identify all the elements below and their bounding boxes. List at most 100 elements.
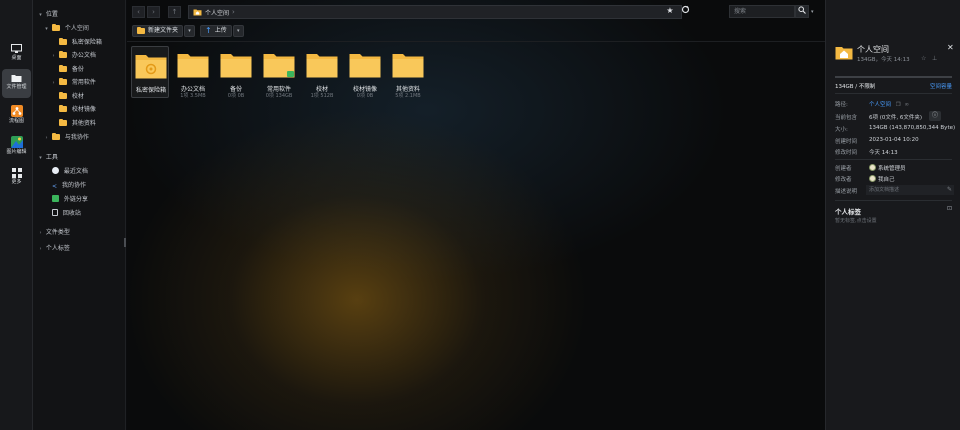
tree-item-personal-space[interactable]: ▾ 个人空间 (43, 23, 89, 34)
star-icon[interactable]: ★ (664, 5, 676, 17)
panel-title: 个人空间 (857, 45, 889, 54)
folder-icon (59, 119, 67, 126)
dock-item-desktop[interactable]: 桌面 (2, 40, 31, 69)
tags-hint[interactable]: 暂无标签,点击设置 (835, 217, 877, 224)
chevron-right-icon: › (45, 135, 48, 141)
file-tile[interactable]: 其他资料 5项 2.1MB (389, 46, 427, 99)
clock-icon (52, 167, 59, 174)
chevron-right-icon: › (52, 53, 55, 59)
file-tile[interactable]: 校材镜像 0项 0B (346, 46, 384, 99)
tree-section-tools[interactable]: ▾ 工具 (37, 152, 58, 163)
home-folder-icon (51, 24, 60, 31)
panel-subtitle: 134GB，今天 14:13 (857, 57, 910, 63)
up-level-button[interactable]: ↑ (168, 6, 181, 18)
edit-icon[interactable]: ✎ (947, 186, 952, 193)
tree-section-location[interactable]: ▾ 位置 (37, 9, 58, 20)
tree-item-office-docs[interactable]: › 办公文档 (50, 50, 96, 61)
new-folder-button[interactable]: 新建文件夹 (132, 25, 184, 37)
file-tile[interactable]: 校材 1项 512B (303, 46, 341, 99)
file-tile[interactable]: 办公文档 1项 3.5MB (174, 46, 212, 99)
divider (835, 93, 952, 94)
folder-plus-icon (137, 27, 145, 34)
search-icon (798, 6, 806, 14)
info-key-creator: 创建者 (835, 166, 852, 172)
file-tile[interactable]: 常用软件 0项 134GB (260, 46, 298, 99)
back-button[interactable]: ‹ (132, 6, 145, 18)
dock-item-file-manager[interactable]: 文件管理 (2, 69, 31, 98)
tree-item-other[interactable]: 其他资料 (59, 118, 96, 129)
pin-icon[interactable]: ⊥ (932, 55, 937, 62)
tree-section-personal-tags[interactable]: › 个人标签 (37, 243, 70, 254)
info-value-path[interactable]: 个人空间 ❐ ∞ (869, 100, 909, 108)
trash-icon (52, 209, 58, 216)
tree-item-recent[interactable]: 最近文档 (52, 166, 88, 177)
avatar (869, 175, 876, 182)
divider (835, 159, 952, 160)
folder-icon (59, 92, 67, 99)
dock-item-image-editor[interactable]: 图片编辑 (2, 132, 31, 161)
file-tile[interactable]: 私密保险箱 (131, 46, 169, 98)
chevron-down-icon: ▾ (188, 28, 191, 34)
monitor-icon (11, 44, 22, 53)
chevron-down-icon: ▾ (45, 26, 48, 32)
dock-item-flowchart[interactable]: 流程图 (2, 101, 31, 130)
description-input[interactable]: 添加文档描述 (866, 185, 954, 195)
share-nodes-icon: < (52, 183, 58, 190)
upload-dropdown[interactable]: ▾ (232, 25, 244, 37)
tree-item-backup[interactable]: 备份 (59, 64, 84, 75)
chevron-down-icon: ▾ (39, 12, 42, 18)
search-input[interactable]: 搜索 (729, 5, 795, 18)
home-folder-icon (835, 47, 853, 60)
tree-item-materials-mirror[interactable]: 校材镜像 (59, 104, 96, 115)
info-icon[interactable]: ⓘ (929, 111, 941, 121)
copy-icon[interactable]: ❐ (896, 102, 901, 108)
tree-item-link-share[interactable]: 外链分享 (52, 194, 88, 205)
usage-text: 134GB / 不限制 (835, 84, 876, 90)
image-editor-icon (10, 136, 23, 148)
refresh-icon[interactable] (679, 5, 691, 17)
action-toolbar: 新建文件夹 ▾ ↑ 上传 ▾ (132, 25, 249, 38)
star-icon[interactable]: ☆ (921, 55, 926, 62)
tree-section-file-types[interactable]: › 文件类型 (37, 227, 70, 238)
close-icon[interactable]: ✕ (947, 43, 954, 52)
avatar (869, 164, 876, 171)
personal-tags-title: 个人标签 (835, 208, 861, 216)
tag-edit-icon[interactable]: ⊡ (947, 205, 952, 212)
folder-icon (220, 54, 252, 78)
tree-item-trash[interactable]: 回收站 (52, 208, 81, 219)
link-share-icon (52, 195, 59, 202)
link-icon[interactable]: ∞ (904, 102, 909, 108)
address-bar: ‹ › ↑ 个人空间 › (132, 5, 692, 19)
info-key-description: 描述说明 (835, 189, 858, 195)
info-value-size: 134GB (143,870,850,344 Byte) (869, 125, 956, 131)
forward-button[interactable]: › (147, 6, 160, 18)
file-tile[interactable]: 备份 0项 0B (217, 46, 255, 99)
upload-button[interactable]: ↑ 上传 (200, 25, 232, 37)
chevron-down-icon: ▾ (236, 28, 240, 34)
tree-item-shared[interactable]: › 与我协作 (43, 132, 89, 143)
new-folder-dropdown[interactable]: ▾ (184, 25, 196, 37)
file-browser-main: ‹ › ↑ 个人空间 › ★ 新建文件夹 ▾ ↑ 上传 ▾ 私密保险箱 办公文档 1… (127, 0, 825, 430)
path-input[interactable]: 个人空间 › (188, 5, 682, 19)
breadcrumb-personal-space[interactable]: 个人空间 (205, 8, 229, 17)
usage-bar (835, 76, 952, 78)
chevron-right-icon: › (52, 80, 55, 86)
info-value-created: 2023-01-04 10:20 (869, 137, 919, 143)
chevron-down-icon[interactable]: ▾ (811, 9, 814, 15)
folder-icon (349, 54, 381, 78)
vault-folder-icon (135, 55, 167, 79)
info-key-contents: 当前包含 (835, 115, 858, 121)
tree-item-materials[interactable]: 校材 (59, 91, 84, 102)
folder-icon (58, 78, 67, 85)
tree-item-my-collab[interactable]: < 我的协作 (52, 180, 86, 191)
tree-item-common-software[interactable]: › 常用软件 (50, 77, 96, 88)
search-button[interactable] (795, 5, 809, 18)
chevron-down-icon: ▾ (39, 155, 42, 161)
chevron-right-icon: › (39, 246, 42, 252)
tree-item-vault[interactable]: 私密保险箱 (59, 37, 102, 48)
space-capacity-link[interactable]: 空间容量 (930, 82, 952, 90)
dock-item-more[interactable]: 更多 (2, 164, 31, 193)
info-panel: 个人空间 134GB，今天 14:13 ☆ ⊥ ✕ 134GB / 不限制 空间… (825, 0, 960, 430)
folder-icon (59, 105, 67, 112)
sidebar-resize-handle[interactable] (124, 238, 126, 247)
